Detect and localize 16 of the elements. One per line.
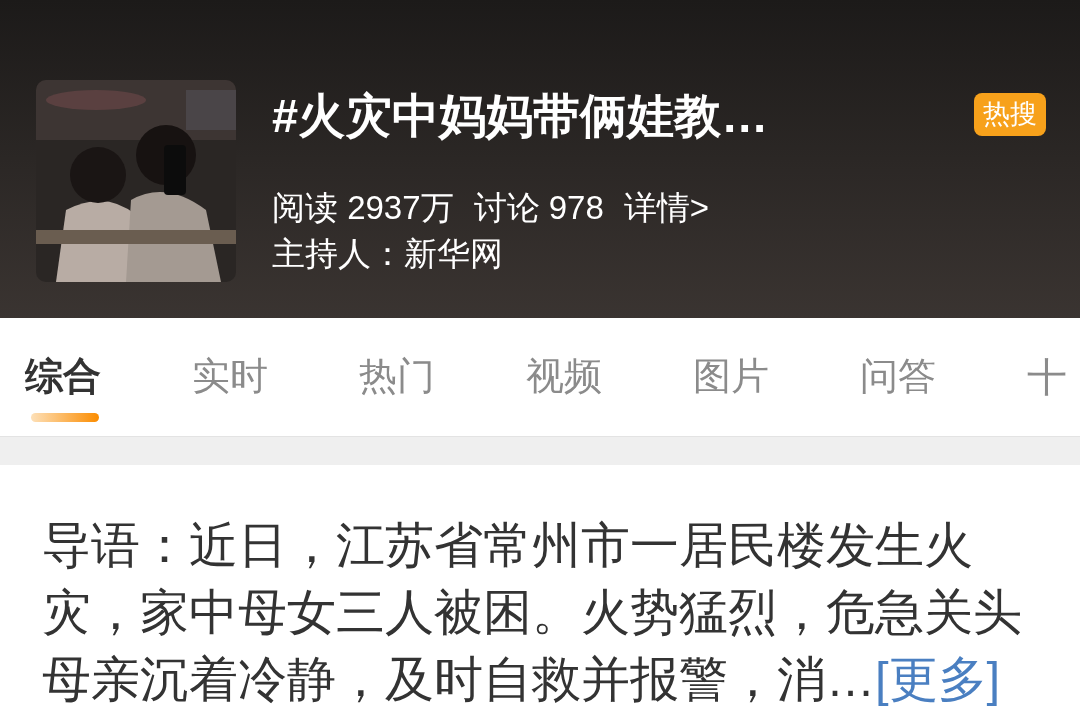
tab[interactable]: 实时 xyxy=(192,354,359,400)
tab[interactable]: 视频 xyxy=(526,354,693,400)
stat-text: 阅读 2937万 xyxy=(272,187,454,228)
topic-title: #火灾中妈妈带俩娃教… xyxy=(272,90,769,142)
more-link[interactable]: [更多] xyxy=(875,652,1001,706)
host-label: 主持人： xyxy=(272,233,404,274)
host-name[interactable]: 新华网 xyxy=(404,232,503,276)
tab[interactable]: 热门 xyxy=(359,354,526,400)
post-intro-text: 导语：近日，江苏省常州市一居民楼发生火灾，家中母女三人被困。火势猛烈，危急关头母亲沉着冷静，及时自救并报警，消…[更多] xyxy=(42,517,1023,708)
add-tab-button[interactable]: 十 xyxy=(1027,353,1067,401)
tab[interactable]: 问答 xyxy=(860,354,1027,400)
stat-text: 讨论 978 xyxy=(473,187,604,228)
tab[interactable]: 综合 xyxy=(25,354,192,400)
details-link[interactable]: 详情> xyxy=(623,186,710,230)
hot-search-badge: 热搜 xyxy=(974,93,1046,137)
tab[interactable]: 图片 xyxy=(693,354,860,400)
